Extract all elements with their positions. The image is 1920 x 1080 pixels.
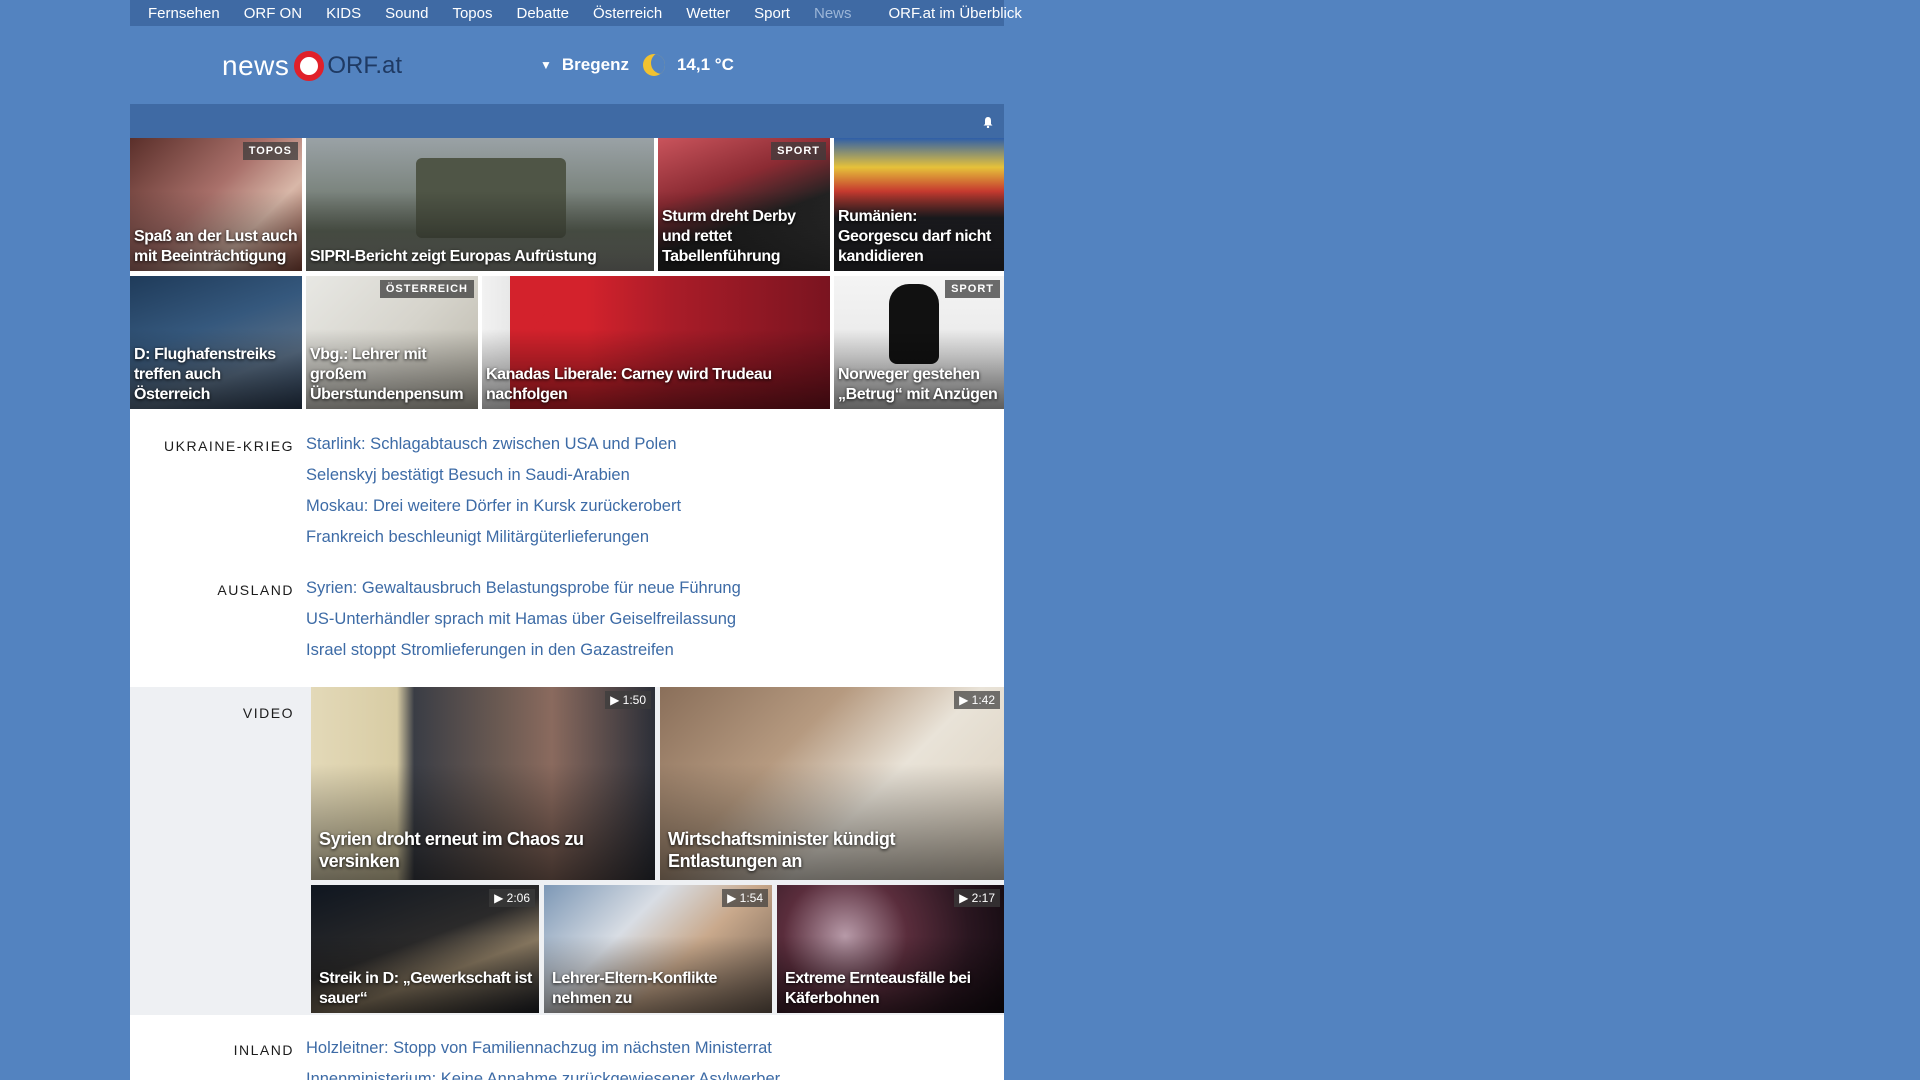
- teaser-tile[interactable]: SIPRI-Bericht zeigt Europas Aufrüstung: [306, 138, 654, 271]
- nav-item-fernsehen[interactable]: Fernsehen: [148, 5, 220, 22]
- logo-news-text: news: [222, 50, 290, 81]
- teaser-caption: Norweger gestehen „Betrug“ mit Anzügen: [838, 366, 998, 403]
- video-duration: ▶ 2:17: [954, 889, 1000, 907]
- video-duration: ▶ 1:50: [605, 691, 651, 709]
- weather-city[interactable]: Bregenz: [562, 55, 629, 75]
- section-label-ukraine: UKRAINE-KRIEG: [164, 438, 294, 454]
- toolbar-strip: [130, 104, 1004, 138]
- teaser-tile[interactable]: SPORT Sturm dreht Derby und rettet Tabel…: [658, 138, 830, 271]
- moon-icon: [642, 54, 665, 76]
- teaser-caption: SIPRI-Bericht zeigt Europas Aufrüstung: [310, 248, 597, 265]
- teaser-tile[interactable]: Rumänien: Georgescu darf nicht kandidier…: [834, 138, 1004, 271]
- video-caption: Syrien droht erneut im Chaos zu versinke…: [319, 829, 584, 871]
- teaser-caption: Rumänien: Georgescu darf nicht kandidier…: [838, 208, 991, 265]
- main-content: TOPOS Spaß an der Lust auch mit Beeinträ…: [130, 138, 1004, 1080]
- weather-widget: ▼ Bregenz 14,1 °C: [540, 54, 734, 76]
- teaser-caption: Sturm dreht Derby und rettet Tabellenfüh…: [662, 208, 796, 265]
- nav-item-kids[interactable]: KIDS: [326, 5, 361, 22]
- teaser-tile[interactable]: ÖSTERREICH Vbg.: Lehrer mit großem Übers…: [306, 276, 478, 409]
- play-icon: ▶: [959, 891, 972, 905]
- duration-label: 2:06: [506, 891, 530, 905]
- teaser-caption: Vbg.: Lehrer mit großem Überstundenpensu…: [310, 346, 464, 403]
- nav-item-sound[interactable]: Sound: [385, 5, 428, 22]
- headline-link[interactable]: Selenskyj bestätigt Besuch in Saudi-Arab…: [306, 466, 630, 485]
- video-caption: Extreme Ernteausfälle bei Käferbohnen: [785, 970, 971, 1007]
- video-caption: Wirtschaftsminister kündigt Entlastungen…: [668, 829, 896, 871]
- headline-link[interactable]: Holzleitner: Stopp von Familiennachzug i…: [306, 1039, 772, 1058]
- headline-link[interactable]: Moskau: Drei weitere Dörfer in Kursk zur…: [306, 497, 681, 516]
- nav-item-overview[interactable]: ORF.at im Überblick: [889, 5, 1022, 22]
- play-icon: ▶: [727, 891, 740, 905]
- headline-link[interactable]: Israel stoppt Stromlieferungen in den Ga…: [306, 641, 674, 660]
- news-orf-logo[interactable]: news ORF.at: [222, 47, 402, 85]
- section-label-video: VIDEO: [242, 705, 294, 721]
- duration-label: 1:50: [622, 693, 646, 707]
- nav-item-sport[interactable]: Sport: [754, 5, 790, 22]
- teaser-tile[interactable]: D: Flughafenstreiks treffen auch Österre…: [130, 276, 302, 409]
- headline-link[interactable]: Innenministerium: Keine Annahme zurückge…: [306, 1070, 780, 1080]
- nav-item-orf-on[interactable]: ORF ON: [244, 5, 302, 22]
- play-icon: ▶: [610, 693, 623, 707]
- video-caption: Lehrer-Eltern-Konflikte nehmen zu: [552, 970, 718, 1007]
- category-badge: SPORT: [945, 280, 1000, 298]
- nav-item-oesterreich[interactable]: Österreich: [593, 5, 662, 22]
- video-tile[interactable]: ▶ 2:06 Streik in D: „Gewerkschaft ist sa…: [311, 885, 539, 1013]
- play-icon: ▶: [959, 693, 972, 707]
- play-icon: ▶: [494, 891, 507, 905]
- duration-label: 2:17: [971, 891, 995, 905]
- teaser-caption: Spaß an der Lust auch mit Beeinträchtigu…: [134, 228, 298, 265]
- section-label-inland: INLAND: [233, 1042, 294, 1058]
- video-duration: ▶ 1:54: [722, 889, 768, 907]
- headline-link[interactable]: Syrien: Gewaltausbruch Belastungsprobe f…: [306, 579, 741, 598]
- teaser-tile[interactable]: TOPOS Spaß an der Lust auch mit Beeinträ…: [130, 138, 302, 271]
- teaser-caption: D: Flughafenstreiks treffen auch Österre…: [134, 346, 276, 403]
- site-header: news ORF.at ▼ Bregenz 14,1 °C: [130, 26, 1004, 104]
- video-caption: Streik in D: „Gewerkschaft ist sauer“: [319, 970, 532, 1007]
- category-badge: ÖSTERREICH: [379, 280, 474, 298]
- video-tile[interactable]: ▶ 1:54 Lehrer-Eltern-Konflikte nehmen zu: [544, 885, 772, 1013]
- teaser-tile[interactable]: ✦ Kanadas Liberale: Carney wird Trudeau …: [482, 276, 830, 409]
- category-badge: SPORT: [771, 142, 826, 160]
- headline-link[interactable]: Starlink: Schlagabtausch zwischen USA un…: [306, 435, 677, 454]
- teaser-tile[interactable]: SPORT Norweger gestehen „Betrug“ mit Anz…: [834, 276, 1004, 409]
- nav-item-topos[interactable]: Topos: [452, 5, 492, 22]
- nav-item-news[interactable]: News: [814, 5, 852, 22]
- video-tile[interactable]: ▶ 2:17 Extreme Ernteausfälle bei Käferbo…: [777, 885, 1004, 1013]
- video-section: VIDEO ▶ 1:50 Syrien droht erneut im Chao…: [130, 687, 1004, 1015]
- headline-link[interactable]: Frankreich beschleunigt Militärgüterlief…: [306, 528, 649, 547]
- nav-item-debatte[interactable]: Debatte: [516, 5, 569, 22]
- category-badge: TOPOS: [242, 142, 298, 160]
- section-label-ausland: AUSLAND: [217, 582, 294, 598]
- video-duration: ▶ 1:42: [954, 691, 1000, 709]
- video-tile[interactable]: ▶ 1:50 Syrien droht erneut im Chaos zu v…: [311, 687, 655, 880]
- top-navigation: Fernsehen ORF ON KIDS Sound Topos Debatt…: [130, 0, 1022, 26]
- teaser-caption: Kanadas Liberale: Carney wird Trudeau na…: [486, 366, 772, 403]
- duration-label: 1:54: [739, 891, 763, 905]
- video-tile[interactable]: ▶ 1:42 Wirtschaftsminister kündigt Entla…: [660, 687, 1004, 880]
- nav-item-wetter[interactable]: Wetter: [686, 5, 730, 22]
- weather-temperature: 14,1 °C: [676, 55, 734, 74]
- bell-icon[interactable]: [982, 116, 994, 128]
- headline-link[interactable]: US-Unterhändler sprach mit Hamas über Ge…: [306, 610, 736, 629]
- orf-ring-icon: [294, 51, 325, 81]
- duration-label: 1:42: [971, 693, 995, 707]
- triangle-down-icon[interactable]: ▼: [540, 58, 552, 72]
- logo-orf-text: ORF.at: [327, 52, 403, 79]
- video-duration: ▶ 2:06: [489, 889, 535, 907]
